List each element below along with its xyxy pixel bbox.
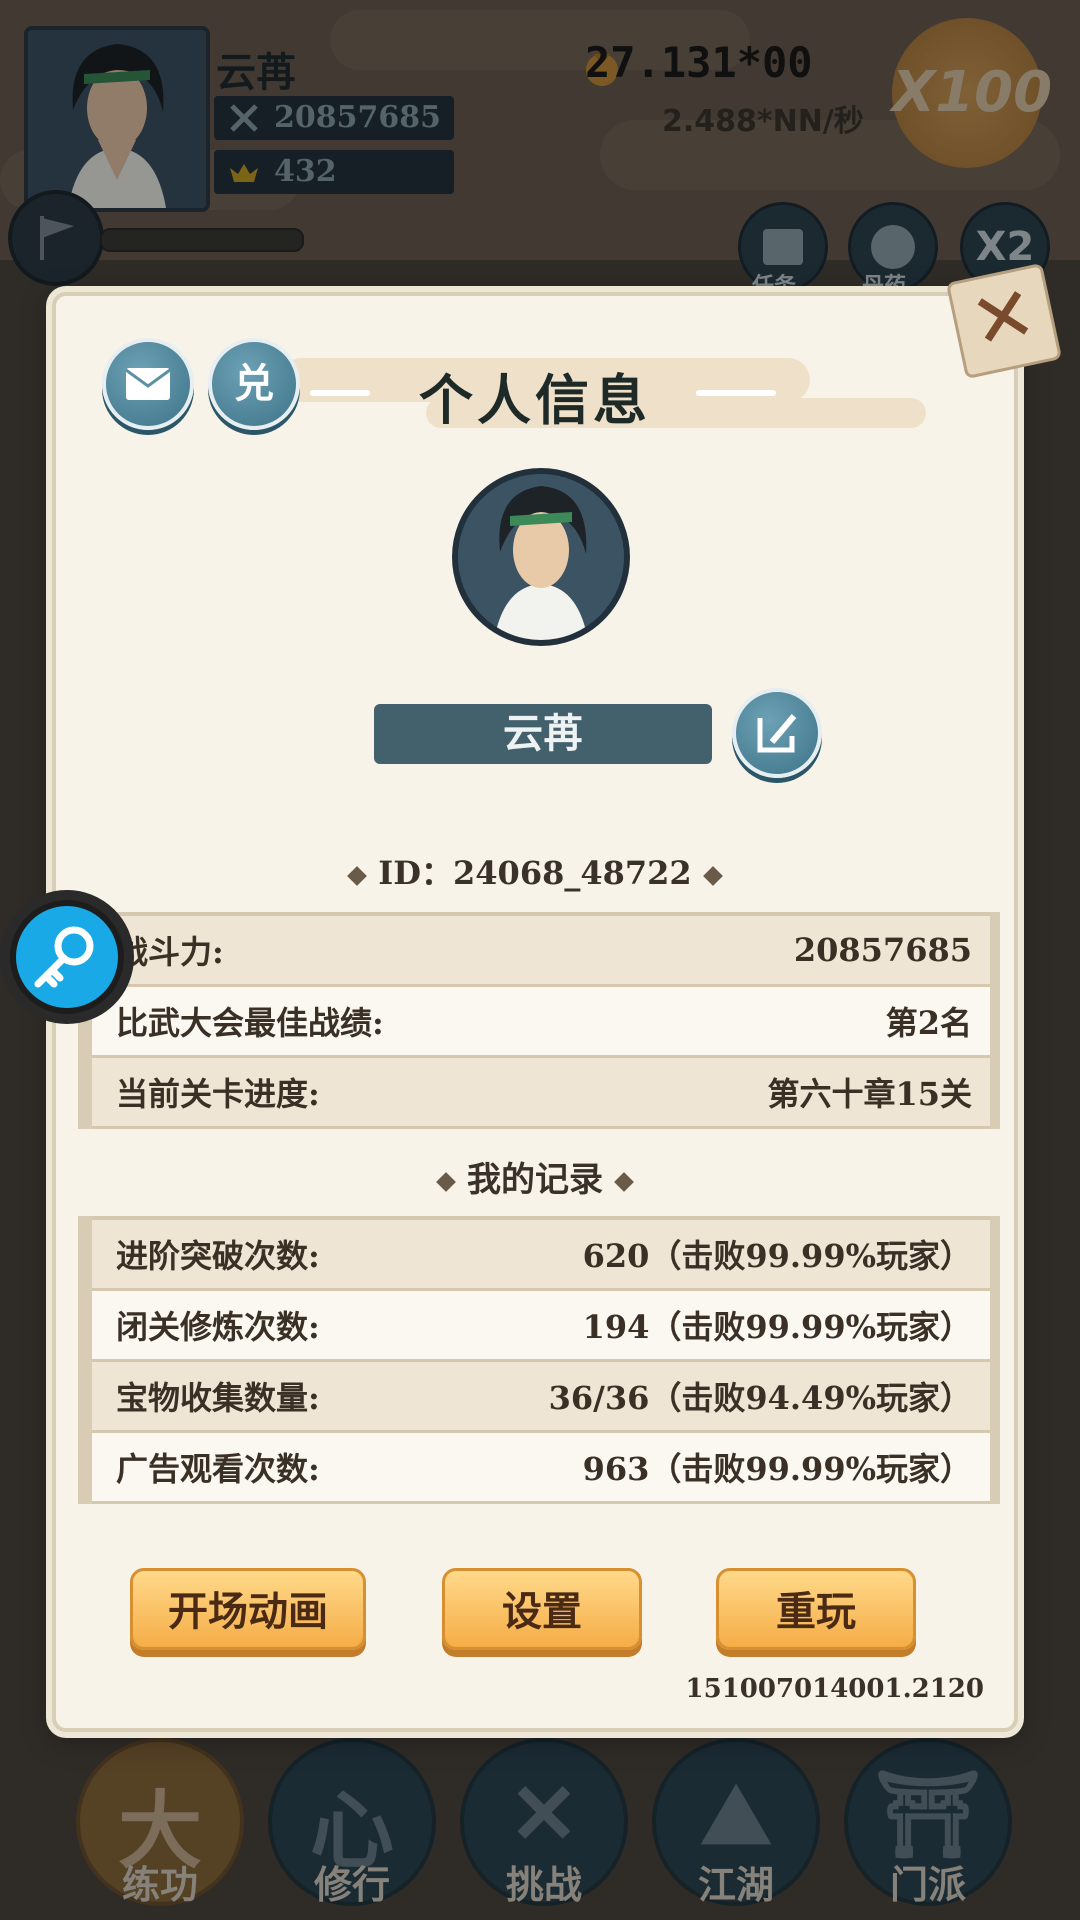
stat-row-tournament: 比武大会最佳战绩: 第2名 [92, 987, 990, 1058]
record-row: 广告观看次数: 963（击败99.99%玩家） [92, 1433, 990, 1504]
stat-label: 比武大会最佳战绩: [116, 1004, 384, 1042]
stat-value: 20857685 [793, 931, 972, 969]
edit-name-button[interactable] [732, 688, 822, 778]
intro-animation-button[interactable]: 开场动画 [130, 1568, 366, 1650]
record-value: 963（击败99.99%玩家） [582, 1450, 972, 1488]
dialog-title: 个人信息 [419, 368, 651, 432]
stat-row-power: 战斗力: 20857685 [92, 912, 990, 987]
record-label: 宝物收集数量: [116, 1379, 320, 1417]
player-id-line: ID：24068_48722 [56, 848, 1014, 894]
diamond-icon [347, 865, 368, 886]
record-label: 广告观看次数: [116, 1450, 320, 1488]
replay-button[interactable]: 重玩 [716, 1568, 916, 1650]
profile-portrait[interactable] [452, 468, 630, 646]
record-value: 36/36（击败94.49%玩家） [548, 1379, 972, 1417]
mail-icon [125, 368, 171, 400]
settings-button[interactable]: 设置 [442, 1568, 642, 1650]
player-id: ID：24068_48722 [378, 854, 692, 892]
record-value: 194（击败99.99%玩家） [582, 1308, 972, 1346]
stat-value: 第六十章15关 [767, 1075, 972, 1113]
diamond-icon [614, 1172, 634, 1192]
stats-panel: 战斗力: 20857685 比武大会最佳战绩: 第2名 当前关卡进度: 第六十章… [78, 912, 1000, 1129]
version-label: 151007014001.2120 [685, 1674, 984, 1704]
stat-value: 第2名 [885, 1004, 972, 1042]
record-label: 闭关修炼次数: [116, 1308, 320, 1346]
diamond-icon [436, 1172, 456, 1192]
record-row: 闭关修炼次数: 194（击败99.99%玩家） [92, 1291, 990, 1362]
record-row: 宝物收集数量: 36/36（击败94.49%玩家） [92, 1362, 990, 1433]
records-title: 我的记录 [467, 1160, 603, 1200]
records-panel: 进阶突破次数: 620（击败99.99%玩家） 闭关修炼次数: 194（击败99… [78, 1216, 1000, 1504]
record-value: 620（击败99.99%玩家） [582, 1237, 972, 1275]
redeem-button[interactable]: 兑 [208, 338, 300, 430]
close-button[interactable]: ✕ [945, 262, 1063, 380]
stat-label: 当前关卡进度: [116, 1075, 320, 1113]
edit-icon [757, 714, 797, 753]
record-label: 进阶突破次数: [116, 1237, 320, 1275]
name-display: 云苒 [374, 704, 712, 764]
diamond-icon [702, 865, 723, 886]
stat-row-progress: 当前关卡进度: 第六十章15关 [92, 1058, 990, 1129]
key-icon [34, 926, 94, 988]
profile-dialog: 个人信息 兑 云苒 ID：24068_48722 战斗力: 20857685 比… [52, 292, 1018, 1732]
key-button-face [16, 906, 118, 1008]
records-heading: 我的记录 [56, 1152, 1014, 1201]
floating-key-button[interactable] [0, 890, 134, 1024]
record-row: 进阶突破次数: 620（击败99.99%玩家） [92, 1216, 990, 1291]
mail-button[interactable] [102, 338, 194, 430]
